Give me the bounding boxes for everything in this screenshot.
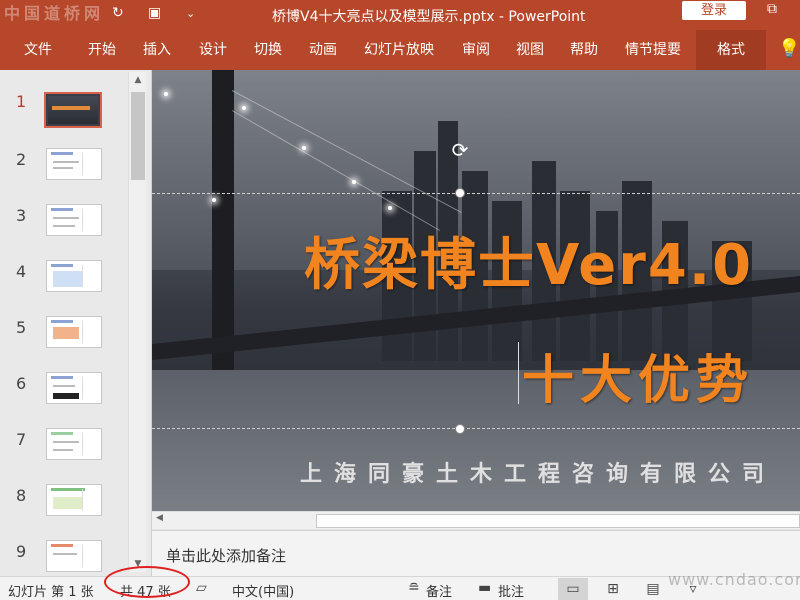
slide-preview[interactable]: [46, 484, 102, 516]
slide-background: [352, 180, 356, 184]
slide-company-name[interactable]: 上海同豪土木工程咨询有限公司: [300, 456, 776, 488]
tab-file[interactable]: 文件: [10, 30, 66, 70]
notes-toggle[interactable]: 备注: [426, 581, 452, 600]
slide-sorter-button[interactable]: ⊞: [598, 578, 628, 600]
slide-thumbnail[interactable]: 3: [0, 204, 128, 244]
rotate-icon[interactable]: ⟳: [448, 138, 472, 162]
watermark: 中国道桥网: [4, 4, 105, 23]
tab-insert[interactable]: 插入: [130, 30, 184, 70]
scroll-left-icon[interactable]: ◀: [156, 513, 163, 523]
slide-preview[interactable]: [46, 428, 102, 460]
slide-thumbnail[interactable]: 1: [0, 90, 128, 130]
tab-home[interactable]: 开始: [76, 30, 128, 70]
tab-review[interactable]: 审阅: [450, 30, 502, 70]
slide-number: 5: [16, 318, 27, 337]
thumbnail-scrollbar[interactable]: ▲ ▼: [128, 72, 146, 572]
slide-thumbnail[interactable]: 2: [0, 148, 128, 188]
scroll-up-icon[interactable]: ▲: [129, 72, 147, 88]
ribbon-tabs: 文件 开始 插入 设计 切换 动画 幻灯片放映 审阅 视图 帮助 情节提要 格式…: [0, 30, 800, 70]
slide-number: 7: [16, 430, 27, 449]
slide[interactable]: ⟳ 桥梁博士Ver4.0 十大优势 上海同豪土木工程咨询有限公司: [152, 70, 800, 511]
slide-preview[interactable]: [46, 204, 102, 236]
resize-handle[interactable]: [455, 188, 465, 198]
slide-background: [242, 106, 246, 110]
reading-view-button[interactable]: ▤: [638, 578, 668, 600]
tab-slideshow[interactable]: 幻灯片放映: [354, 30, 444, 70]
tab-view[interactable]: 视图: [504, 30, 556, 70]
title-bar: 中国道桥网 ↻ ▣ ⌄ 桥博V4十大亮点以及模型展示.pptx - PowerP…: [0, 0, 800, 30]
slide-thumbnail[interactable]: 8: [0, 484, 128, 524]
slide-subtitle[interactable]: 十大优势: [522, 338, 754, 413]
tab-format[interactable]: 格式: [696, 30, 766, 70]
slide-number: 1: [16, 92, 27, 111]
slide-preview[interactable]: [44, 92, 102, 128]
tab-storyboarding[interactable]: 情节提要: [614, 30, 692, 70]
slide-preview[interactable]: [46, 260, 102, 292]
present-icon[interactable]: ▣: [148, 5, 161, 21]
highlight-ellipse: [104, 566, 190, 598]
slide-thumbnail[interactable]: 5: [0, 316, 128, 356]
slide-number: 8: [16, 486, 27, 505]
comments-icon[interactable]: ▬: [478, 580, 491, 596]
redo-icon[interactable]: ↻: [112, 5, 124, 21]
comments-toggle[interactable]: 批注: [498, 581, 524, 600]
document-title: 桥博V4十大亮点以及模型展示.pptx - PowerPoint: [272, 9, 586, 25]
watermark: www.cndao.com: [668, 570, 800, 589]
tab-help[interactable]: 帮助: [558, 30, 610, 70]
language-indicator[interactable]: 中文(中国): [232, 581, 294, 600]
slide-number: 3: [16, 206, 27, 225]
tab-animations[interactable]: 动画: [296, 30, 350, 70]
accessibility-icon[interactable]: ▱: [196, 580, 207, 596]
slide-background: [302, 146, 306, 150]
notes-icon[interactable]: ≘: [408, 580, 420, 596]
slide-position: 幻灯片 第 1 张: [8, 585, 94, 600]
slide-background: [164, 92, 168, 96]
scrollbar-thumb[interactable]: [316, 514, 800, 528]
slide-preview[interactable]: [46, 316, 102, 348]
slide-preview[interactable]: [46, 540, 102, 572]
slide-thumbnail[interactable]: 4: [0, 260, 128, 300]
slide-preview[interactable]: [46, 148, 102, 180]
tab-design[interactable]: 设计: [186, 30, 240, 70]
customize-icon[interactable]: ⌄: [186, 7, 195, 20]
slide-number: 6: [16, 374, 27, 393]
slide-number: 2: [16, 150, 27, 169]
lightbulb-icon[interactable]: 💡: [778, 38, 800, 62]
scrollbar-thumb[interactable]: [131, 92, 145, 180]
notes-placeholder[interactable]: 单击此处添加备注: [166, 545, 286, 566]
login-button[interactable]: 登录: [682, 1, 746, 20]
text-cursor: [518, 342, 519, 404]
resize-handle[interactable]: [455, 424, 465, 434]
slide-preview[interactable]: [46, 372, 102, 404]
slide-thumbnail[interactable]: 7: [0, 428, 128, 468]
slide-number: 9: [16, 542, 27, 561]
normal-view-button[interactable]: ▭: [558, 578, 588, 600]
restore-icon[interactable]: ⧉: [762, 1, 782, 19]
slide-title[interactable]: 桥梁博士Ver4.0: [304, 220, 753, 301]
tab-transitions[interactable]: 切换: [242, 30, 294, 70]
canvas-horizontal-scrollbar[interactable]: ◀: [152, 511, 800, 529]
slide-number: 4: [16, 262, 27, 281]
slide-thumbnail[interactable]: 6: [0, 372, 128, 412]
slide-canvas[interactable]: ⟳ 桥梁博士Ver4.0 十大优势 上海同豪土木工程咨询有限公司: [152, 70, 800, 511]
